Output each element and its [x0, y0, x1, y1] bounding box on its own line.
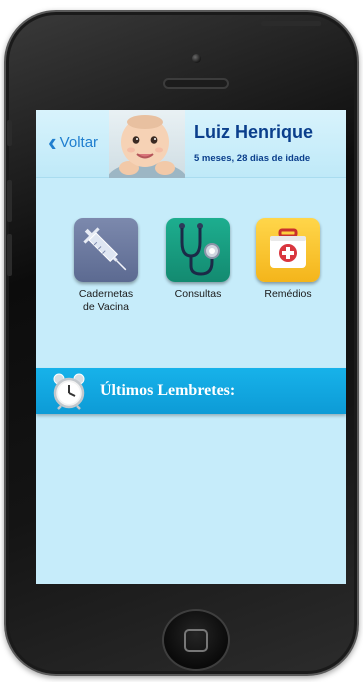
- back-button-label: Voltar: [59, 133, 99, 151]
- menu-item-consultations[interactable]: Consultas: [158, 218, 238, 301]
- volume-down-button: [7, 234, 12, 276]
- child-name: Luiz Henrique: [194, 122, 314, 142]
- app-screen: ‹ Voltar Luiz Henrique 5 meses, 28 dias …: [36, 110, 346, 584]
- reminders-banner[interactable]: Últimos Lembretes:: [36, 368, 346, 414]
- chevron-left-icon: ‹: [48, 127, 57, 157]
- child-age: 5 meses, 28 dias de idade: [194, 153, 311, 164]
- menu-item-label: Consultas: [174, 288, 222, 300]
- stethoscope-icon: [166, 218, 230, 282]
- home-button[interactable]: [162, 609, 230, 671]
- first-aid-kit-icon: [256, 218, 320, 282]
- syringe-icon: [74, 218, 138, 282]
- power-button: [261, 21, 321, 26]
- profile-header: ‹ Voltar Luiz Henrique 5 meses, 28 dias …: [36, 110, 346, 178]
- reminders-list: [36, 414, 346, 584]
- menu-item-medicines[interactable]: Remédios: [248, 218, 328, 301]
- menu-item-label: Cadernetas de Vacina: [78, 288, 134, 313]
- front-camera: [192, 54, 201, 63]
- menu-item-label: Remédios: [264, 288, 312, 300]
- mute-switch: [7, 120, 12, 146]
- alarm-clock-icon: [53, 373, 85, 410]
- reminders-title: Últimos Lembretes:: [100, 382, 236, 399]
- back-button[interactable]: ‹ Voltar: [48, 127, 99, 157]
- earpiece-speaker: [163, 78, 229, 89]
- home-square-icon: [184, 629, 208, 652]
- menu-item-vaccine-records[interactable]: Cadernetas de Vacina: [66, 218, 146, 314]
- avatar: [109, 110, 185, 178]
- volume-up-button: [7, 180, 12, 222]
- baby-photo: [109, 115, 185, 178]
